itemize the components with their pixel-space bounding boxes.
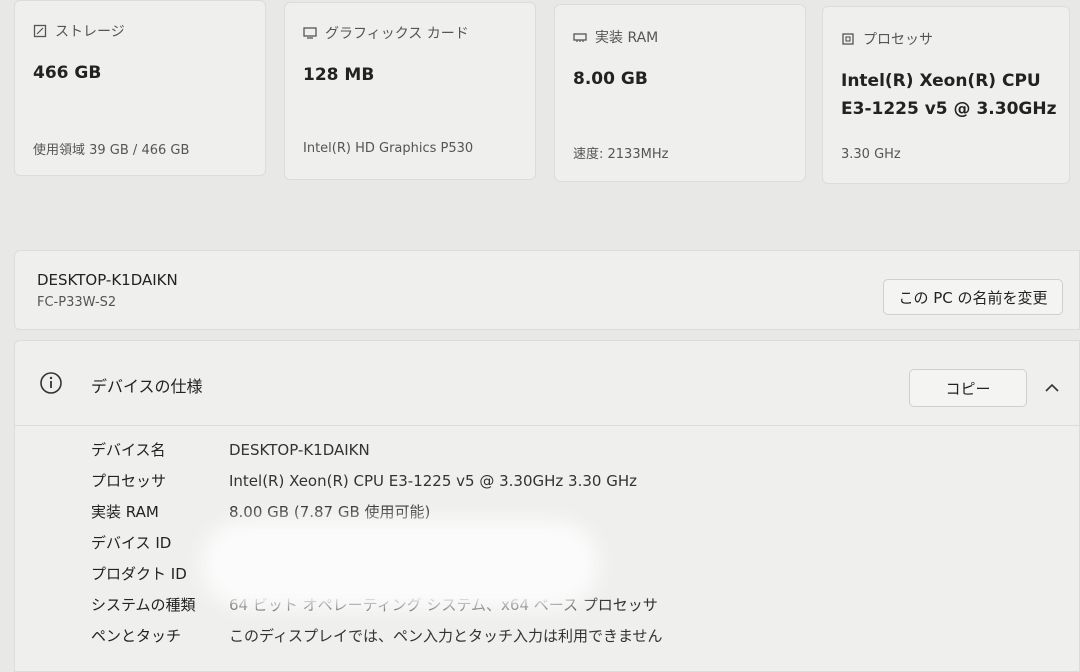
processor-value: Intel(R) Xeon(R) CPU E3-1225 v5 @ 3.30GH…: [841, 67, 1057, 123]
device-model: FC-P33W-S2: [37, 295, 117, 310]
spec-row-device-id: デバイス ID: [91, 527, 229, 558]
processor-label: プロセッサ: [863, 32, 933, 48]
spec-key: システムの種類: [91, 596, 196, 614]
ram-value: 8.00 GB: [573, 69, 648, 89]
storage-label: ストレージ: [55, 24, 125, 40]
chip-icon: [842, 33, 854, 45]
device-specs-title: デバイスの仕様: [91, 377, 203, 396]
spec-key: デバイス ID: [91, 534, 172, 552]
graphics-label: グラフィックス カード: [325, 26, 469, 42]
device-specs-panel: デバイスの仕様 コピー デバイス名 DESKTOP-K1DAIKN プロセッサ …: [14, 340, 1080, 672]
spec-row-pen-touch: ペンとタッチ このディスプレイでは、ペン入力とタッチ入力は利用できません: [91, 620, 663, 651]
device-name: DESKTOP-K1DAIKN: [37, 271, 178, 289]
graphics-name: Intel(R) HD Graphics P530: [303, 141, 474, 156]
spec-row-device-name: デバイス名 DESKTOP-K1DAIKN: [91, 434, 370, 465]
spec-key: プロダクト ID: [91, 565, 187, 583]
redaction-mask: [215, 534, 585, 594]
spec-key: 実装 RAM: [91, 503, 159, 521]
spec-row-ram: 実装 RAM 8.00 GB (7.87 GB 使用可能): [91, 496, 430, 527]
storage-value: 466 GB: [33, 63, 102, 83]
device-specs-header[interactable]: デバイスの仕様 コピー: [15, 341, 1079, 426]
processor-value-line2: E3-1225 v5 @ 3.30GHz: [841, 99, 1057, 119]
storage-card: ストレージ 466 GB 使用領域 39 GB / 466 GB: [14, 0, 266, 176]
rename-pc-button[interactable]: この PC の名前を変更: [883, 279, 1063, 315]
processor-value-line1: Intel(R) Xeon(R) CPU: [841, 71, 1041, 91]
spec-value: DESKTOP-K1DAIKN: [229, 440, 370, 459]
spec-value: このディスプレイでは、ペン入力とタッチ入力は利用できません: [229, 627, 663, 645]
storage-usage: 使用領域 39 GB / 466 GB: [33, 143, 190, 158]
spec-key: デバイス名: [91, 441, 166, 459]
spec-value: Intel(R) Xeon(R) CPU E3-1225 v5 @ 3.30GH…: [229, 471, 637, 490]
copy-button[interactable]: コピー: [909, 369, 1027, 407]
ram-card: 実装 RAM 8.00 GB 速度: 2133MHz: [554, 4, 806, 182]
storage-icon: [33, 24, 47, 38]
processor-card: プロセッサ Intel(R) Xeon(R) CPU E3-1225 v5 @ …: [822, 6, 1070, 184]
graphics-card: グラフィックス カード 128 MB Intel(R) HD Graphics …: [284, 2, 536, 180]
spec-value: 8.00 GB (7.87 GB 使用可能): [229, 503, 431, 521]
spec-row-product-id: プロダクト ID: [91, 558, 229, 589]
spec-key: ペンとタッチ: [91, 627, 182, 645]
info-icon: [40, 372, 62, 394]
spec-key: プロセッサ: [91, 472, 167, 490]
display-icon: [303, 27, 317, 39]
processor-speed: 3.30 GHz: [841, 147, 901, 162]
spec-value: 64 ビット オペレーティング システム、x64 ベース プロセッサ: [229, 596, 658, 614]
chevron-up-icon[interactable]: [1043, 379, 1061, 397]
device-name-bar: DESKTOP-K1DAIKN FC-P33W-S2 この PC の名前を変更: [14, 250, 1080, 330]
graphics-value: 128 MB: [303, 65, 375, 85]
spec-row-processor: プロセッサ Intel(R) Xeon(R) CPU E3-1225 v5 @ …: [91, 465, 637, 496]
ram-label: 実装 RAM: [595, 30, 659, 46]
memory-icon: [573, 33, 587, 42]
ram-speed: 速度: 2133MHz: [573, 147, 669, 162]
